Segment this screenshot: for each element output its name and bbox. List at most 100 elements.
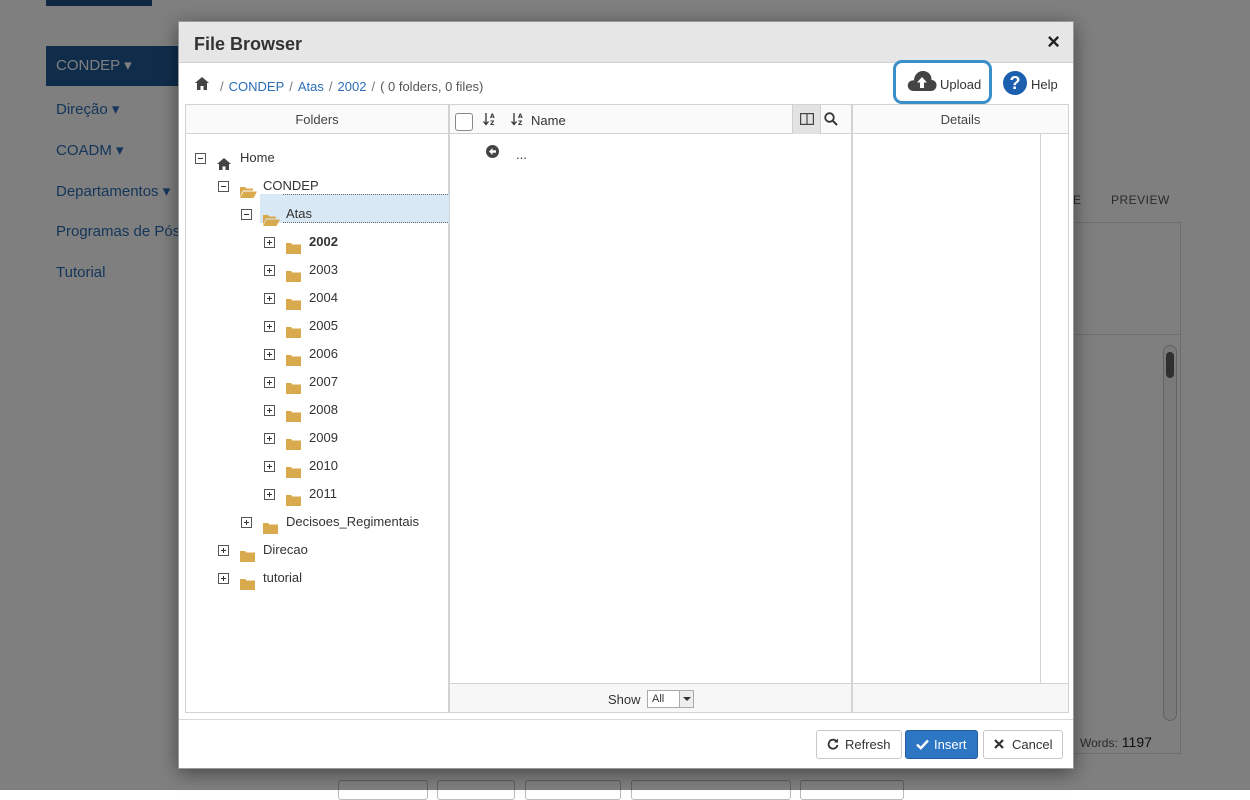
times-icon [994, 731, 1004, 758]
tree-node-2003[interactable]: 2003 [186, 256, 448, 284]
expand-icon[interactable] [264, 349, 275, 360]
tree-node-label: 2011 [309, 486, 337, 501]
expand-icon[interactable] [264, 321, 275, 332]
select-all-checkbox[interactable] [455, 113, 473, 131]
refresh-button[interactable]: Refresh [816, 730, 902, 759]
file-browser-dialog: File Browser × / CONDEP / Atas / 2002 / ( 0 fol… [178, 21, 1074, 769]
cancel-label: Cancel [1012, 737, 1053, 752]
help-icon: ? [1003, 71, 1027, 95]
tree-node-label: tutorial [263, 570, 303, 585]
cloud-upload-icon [907, 71, 937, 91]
refresh-icon [827, 731, 839, 759]
collapse-icon[interactable] [195, 153, 206, 164]
dialog-footer: Refresh Insert Cancel [179, 719, 1073, 769]
files-footer: Show All [450, 683, 851, 712]
parent-folder-row[interactable]: ... [486, 145, 527, 162]
files-panel: AZ AZ Name ... Show All [449, 104, 852, 713]
tree-node-label: 2008 [309, 402, 338, 417]
tree-node-label: 2005 [309, 318, 338, 333]
tree-node-2002[interactable]: 2002 [186, 228, 448, 256]
insert-button[interactable]: Insert [905, 730, 978, 759]
chevron-down-icon [679, 691, 693, 707]
tree-node-tutorial[interactable]: tutorial [186, 564, 448, 592]
expand-icon[interactable] [264, 405, 275, 416]
expand-icon[interactable] [264, 489, 275, 500]
details-panel: Details [852, 104, 1069, 713]
breadcrumb-condep[interactable]: CONDEP [229, 79, 285, 94]
show-select-value: All [652, 693, 665, 705]
back-arrow-icon [486, 145, 499, 158]
show-label: Show [608, 692, 641, 707]
files-header: AZ AZ Name [450, 105, 851, 134]
tree-node-label: 2007 [309, 374, 338, 389]
tree-node-label: Decisoes_Regimentais [286, 514, 419, 529]
expand-icon[interactable] [218, 545, 229, 556]
show-select[interactable]: All [647, 690, 694, 708]
close-icon[interactable]: × [1047, 31, 1060, 53]
tree-node-2004[interactable]: 2004 [186, 284, 448, 312]
breadcrumb: / CONDEP / Atas / 2002 / ( 0 folders, 0 files) [215, 79, 483, 94]
expand-icon[interactable] [264, 433, 275, 444]
tree-node-2009[interactable]: 2009 [186, 424, 448, 452]
collapse-icon[interactable] [241, 209, 252, 220]
breadcrumb-atas[interactable]: Atas [298, 79, 324, 94]
expand-icon[interactable] [264, 461, 275, 472]
breadcrumb-info: ( 0 folders, 0 files) [380, 79, 484, 94]
home-icon[interactable] [195, 77, 209, 93]
upload-button[interactable]: Upload [893, 60, 992, 104]
expand-icon[interactable] [264, 293, 275, 304]
folders-header: Folders [186, 105, 448, 134]
name-column-header[interactable]: Name [531, 113, 566, 128]
breadcrumb-separator: / [289, 79, 293, 94]
tree-node-direcao[interactable]: Direcao [186, 536, 448, 564]
cancel-button[interactable]: Cancel [983, 730, 1064, 759]
tree-node-label: 2009 [309, 430, 338, 445]
tree-node-2011[interactable]: 2011 [186, 480, 448, 508]
svg-text:A: A [518, 113, 523, 120]
insert-label: Insert [934, 737, 967, 752]
svg-text:Z: Z [518, 120, 523, 126]
breadcrumb-separator: / [371, 79, 376, 94]
details-divider [1040, 134, 1041, 684]
expand-icon[interactable] [264, 237, 275, 248]
dialog-header: File Browser × [179, 22, 1073, 63]
tree-node-2008[interactable]: 2008 [186, 396, 448, 424]
collapse-icon[interactable] [218, 181, 229, 192]
folders-panel: Folders Home CONDEP Atas 2002 2003 2004 2005 20… [185, 104, 450, 713]
tree-node-decisoes_regimentais[interactable]: Decisoes_Regimentais [186, 508, 448, 536]
tree-node-home[interactable]: Home [186, 144, 448, 172]
parent-folder-label: ... [516, 147, 527, 162]
tree-node-2005[interactable]: 2005 [186, 312, 448, 340]
view-toggle-button[interactable] [792, 105, 821, 134]
help-label: Help [1031, 77, 1058, 92]
tree-node-label: Atas [286, 206, 313, 221]
dialog-title: File Browser [194, 34, 303, 54]
upload-label: Upload [940, 77, 982, 92]
folder-icon [240, 572, 255, 600]
tree-node-label: 2003 [309, 262, 338, 277]
breadcrumb-2002[interactable]: 2002 [338, 79, 367, 94]
expand-icon[interactable] [264, 377, 275, 388]
refresh-label: Refresh [845, 737, 891, 752]
svg-text:A: A [490, 113, 495, 120]
tree-node-label: Home [240, 150, 275, 165]
expand-icon[interactable] [241, 517, 252, 528]
tree-node-label: 2002 [309, 234, 338, 249]
sort-name-icon[interactable]: AZ [511, 112, 525, 129]
tree-node-2010[interactable]: 2010 [186, 452, 448, 480]
tree-node-label: 2004 [309, 290, 338, 305]
details-header: Details [853, 105, 1068, 134]
tree-node-condep[interactable]: CONDEP [186, 172, 448, 200]
tree-node-2007[interactable]: 2007 [186, 368, 448, 396]
tree-node-label: CONDEP [263, 178, 319, 193]
expand-icon[interactable] [264, 265, 275, 276]
tree-node-atas[interactable]: Atas [186, 200, 448, 228]
search-icon[interactable] [824, 112, 838, 129]
expand-icon[interactable] [218, 573, 229, 584]
check-icon [916, 731, 929, 759]
breadcrumb-separator: / [328, 79, 333, 94]
tree-node-2006[interactable]: 2006 [186, 340, 448, 368]
svg-text:Z: Z [490, 120, 495, 126]
sort-asc-icon[interactable]: AZ [483, 112, 497, 129]
breadcrumb-separator: / [220, 79, 224, 94]
